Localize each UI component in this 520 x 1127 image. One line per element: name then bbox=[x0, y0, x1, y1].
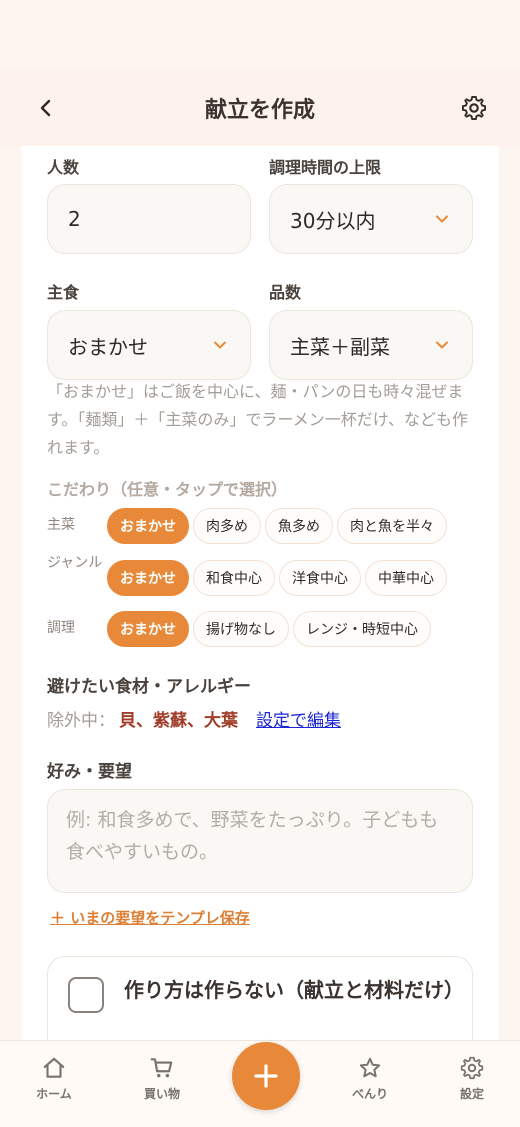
chip-genre-omakase[interactable]: おまかせ bbox=[107, 560, 189, 596]
tab-home-label: ホーム bbox=[36, 1087, 72, 1101]
create-plus-button[interactable] bbox=[232, 1042, 300, 1110]
chip-genre-japanese[interactable]: 和食中心 bbox=[193, 560, 275, 596]
excluded-ingredients: 除外中： 貝、紫蘇、大葉 設定で編集 bbox=[47, 706, 341, 731]
pref-row-label-genre: ジャンル bbox=[47, 555, 103, 571]
tab-settings[interactable]: 設定 bbox=[432, 1055, 512, 1102]
home-icon bbox=[43, 1057, 65, 1078]
pref-row-cooking: おまかせ 揚げ物なし レンジ・時短中心 bbox=[107, 611, 431, 647]
excluded-prefix: 除外中： bbox=[47, 711, 115, 731]
gear-icon bbox=[461, 95, 487, 121]
plus-icon bbox=[254, 1064, 278, 1088]
pref-row-label-cooking: 調理 bbox=[47, 620, 75, 636]
excluded-items: 貝、紫蘇、大葉 bbox=[119, 711, 238, 731]
tab-settings-label: 設定 bbox=[459, 1087, 484, 1101]
time-limit-value: 30分以内 bbox=[290, 208, 376, 233]
edit-in-settings-link[interactable]: 設定で編集 bbox=[256, 706, 341, 731]
chevron-left-icon bbox=[40, 99, 51, 117]
staple-select[interactable]: おまかせ bbox=[47, 310, 251, 380]
tab-shopping[interactable]: 買い物 bbox=[122, 1055, 202, 1102]
chip-cook-microwave[interactable]: レンジ・時短中心 bbox=[293, 611, 431, 647]
tab-favorites-label: べんり bbox=[351, 1087, 388, 1101]
tab-shopping-label: 買い物 bbox=[143, 1087, 180, 1101]
chip-main-omakase[interactable]: おまかせ bbox=[107, 508, 189, 544]
save-template-link[interactable]: ＋ いまの要望をテンプレ保存 bbox=[50, 907, 250, 928]
people-value: 2 bbox=[68, 207, 81, 231]
allergy-title: 避けたい食材・アレルギー bbox=[47, 677, 251, 697]
time-limit-select[interactable]: 30分以内 bbox=[269, 184, 473, 254]
chevron-down-icon bbox=[436, 215, 448, 223]
people-input[interactable]: 2 bbox=[47, 184, 251, 254]
no-recipe-checkbox[interactable] bbox=[68, 977, 104, 1013]
dish-count-select[interactable]: 主菜＋副菜 bbox=[269, 310, 473, 380]
people-label: 人数 bbox=[47, 158, 80, 177]
chevron-down-icon bbox=[214, 341, 226, 349]
form-sheet: 人数 調理時間の上限 2 30分以内 主食 品数 おまかせ 主菜＋副菜 「おまか… bbox=[21, 146, 499, 1040]
gear-icon bbox=[460, 1056, 484, 1080]
cart-icon bbox=[150, 1058, 173, 1078]
dish-count-label: 品数 bbox=[269, 283, 302, 302]
staple-value: おまかせ bbox=[68, 334, 148, 359]
staple-label: 主食 bbox=[47, 283, 80, 302]
requests-placeholder: 例: 和食多めで、野菜をたっぷり。子どもも食べやすいもの。 bbox=[66, 809, 439, 863]
settings-button[interactable] bbox=[458, 92, 490, 124]
chip-genre-chinese[interactable]: 中華中心 bbox=[365, 560, 447, 596]
chevron-down-icon bbox=[436, 341, 448, 349]
chip-genre-western[interactable]: 洋食中心 bbox=[279, 560, 361, 596]
pref-row-main: おまかせ 肉多め 魚多め 肉と魚を半々 bbox=[107, 508, 447, 544]
requests-textarea[interactable]: 例: 和食多めで、野菜をたっぷり。子どもも食べやすいもの。 bbox=[47, 789, 473, 893]
chip-main-fish[interactable]: 魚多め bbox=[265, 508, 333, 544]
chip-cook-no-fried[interactable]: 揚げ物なし bbox=[193, 611, 289, 647]
time-limit-label: 調理時間の上限 bbox=[269, 158, 382, 177]
pref-row-label-main: 主菜 bbox=[47, 517, 75, 533]
tab-home[interactable]: ホーム bbox=[14, 1055, 94, 1102]
chip-cook-omakase[interactable]: おまかせ bbox=[107, 611, 189, 647]
requests-title: 好み・要望 bbox=[47, 762, 132, 782]
star-icon bbox=[359, 1057, 381, 1078]
preferences-title: こだわり（任意・タップで選択） bbox=[47, 480, 288, 499]
status-bar-area bbox=[0, 0, 520, 70]
chip-main-half[interactable]: 肉と魚を半々 bbox=[337, 508, 447, 544]
dish-count-value: 主菜＋副菜 bbox=[290, 334, 390, 359]
header: 献立を作成 bbox=[0, 70, 520, 146]
page-title: 献立を作成 bbox=[204, 98, 315, 123]
tab-favorites[interactable]: べんり bbox=[330, 1055, 410, 1102]
back-button[interactable] bbox=[30, 92, 62, 124]
no-recipe-label: 作り方は作らない（献立と材料だけ） bbox=[124, 978, 464, 1002]
chip-main-meat[interactable]: 肉多め bbox=[193, 508, 261, 544]
staple-help-text: 「おまかせ」はご飯を中心に、麺・パンの日も時々混ぜます。「麺類」＋「主菜のみ」で… bbox=[47, 382, 468, 457]
no-recipe-option-card[interactable]: 作り方は作らない（献立と材料だけ） bbox=[47, 956, 473, 1040]
pref-row-genre: おまかせ 和食中心 洋食中心 中華中心 bbox=[107, 560, 447, 596]
